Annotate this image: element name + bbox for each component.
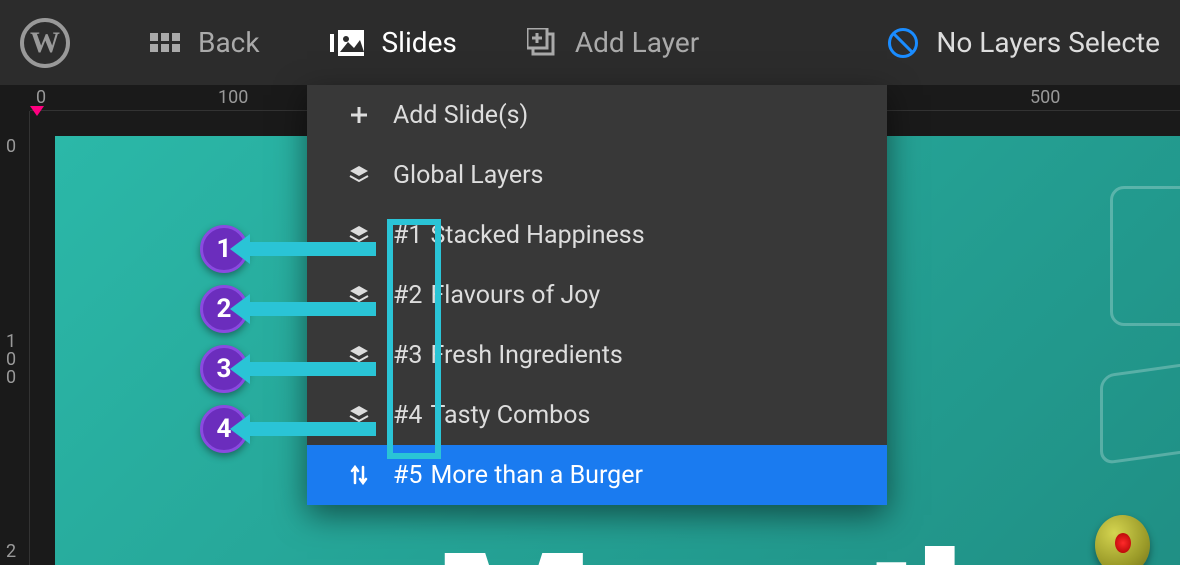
ruler-v-label-200: 2 (6, 541, 16, 562)
ruler-h-label-100: 100 (218, 87, 248, 108)
slide-num: #3 (393, 341, 422, 370)
grid-icon (150, 33, 180, 52)
annotation-arrow (246, 422, 376, 436)
canvas-headline: More th (435, 514, 1011, 565)
add-layer-button[interactable]: Add Layer (527, 26, 699, 59)
slide-num: #1 (393, 221, 422, 250)
add-layer-label: Add Layer (575, 26, 699, 59)
slides-label: Slides (382, 26, 457, 59)
global-layers-label: Global Layers (393, 161, 543, 190)
canvas-shape-rect2 (1100, 357, 1180, 465)
wordpress-logo[interactable]: W (20, 18, 70, 68)
slide-title: Flavours of Joy (430, 281, 600, 310)
annotation-callout-3: 3 (200, 345, 376, 393)
slides-dropdown: Add Slide(s) Global Layers #1 Stacked Ha… (307, 85, 887, 505)
plus-icon (347, 105, 371, 125)
ruler-h-label-500: 500 (1030, 87, 1060, 108)
annotation-callout-2: 2 (200, 285, 376, 333)
back-label: Back (198, 26, 260, 59)
slide-item-2[interactable]: #2 Flavours of Joy (307, 265, 887, 325)
ruler-v-label-100: 1 0 0 (6, 333, 16, 387)
annotation-arrow (246, 302, 376, 316)
dropdown-global-layers[interactable]: Global Layers (307, 145, 887, 205)
annotation-arrow (246, 242, 376, 256)
ruler-v-label-0: 0 (6, 136, 16, 157)
slides-tab[interactable]: Slides (330, 26, 457, 59)
no-layers-selected: No Layers Selecte (888, 26, 1160, 59)
ruler-h-label-0: 0 (36, 87, 46, 108)
add-layer-icon (527, 28, 557, 58)
slide-item-3[interactable]: #3 Fresh Ingredients (307, 325, 887, 385)
canvas-shape-rect (1110, 186, 1180, 326)
layers-icon (347, 164, 371, 186)
slide-num: #5 (393, 461, 422, 490)
slide-num: #4 (393, 401, 422, 430)
slide-title: Fresh Ingredients (430, 341, 622, 370)
no-layers-text: No Layers Selecte (936, 26, 1160, 59)
reorder-icon (347, 463, 371, 487)
none-icon (888, 28, 918, 58)
slide-title: Tasty Combos (430, 401, 590, 430)
slide-num: #2 (393, 281, 422, 310)
slide-title: More than a Burger (430, 461, 643, 490)
ruler-vertical: 0 1 0 0 2 (0, 111, 30, 565)
slide-item-4[interactable]: #4 Tasty Combos (307, 385, 887, 445)
slide-item-5[interactable]: #5 More than a Burger (307, 445, 887, 505)
add-slides-label: Add Slide(s) (393, 101, 528, 130)
slide-item-1[interactable]: #1 Stacked Happiness (307, 205, 887, 265)
slides-icon (330, 30, 364, 56)
slide-title: Stacked Happiness (430, 221, 644, 250)
back-button[interactable]: Back (150, 26, 260, 59)
annotation-callout-4: 4 (200, 405, 376, 453)
annotation-arrow (246, 362, 376, 376)
annotation-callout-1: 1 (200, 225, 376, 273)
canvas-olive-image (1095, 515, 1150, 565)
dropdown-add-slides[interactable]: Add Slide(s) (307, 85, 887, 145)
top-toolbar: W Back Slides Add Layer (0, 0, 1180, 85)
